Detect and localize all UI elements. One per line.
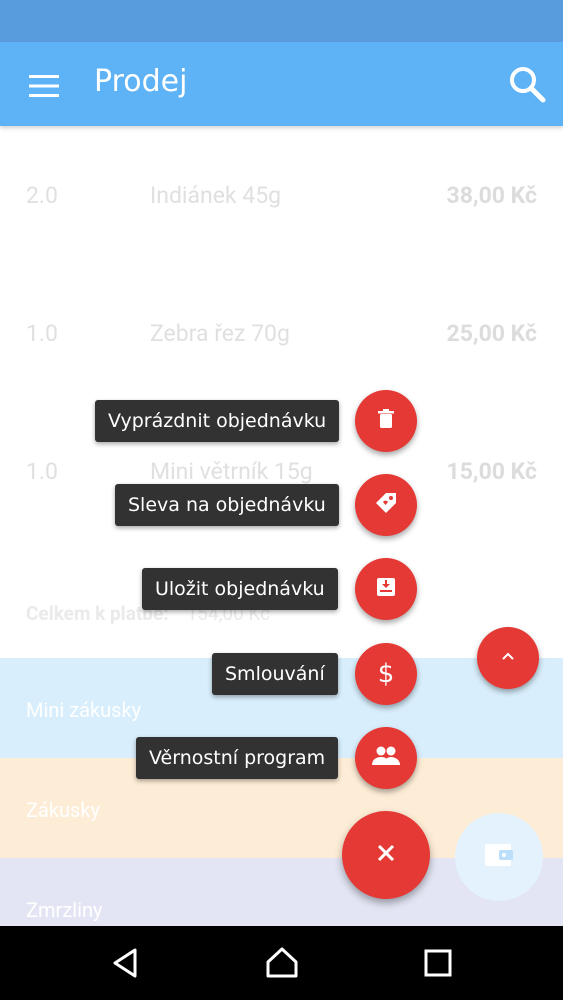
loyalty-program-button[interactable] [355,727,417,789]
close-speed-dial-button[interactable] [342,811,430,899]
trash-icon [374,407,398,435]
save-order-label[interactable]: Uložit objednávku [142,568,338,610]
dollar-icon: $ [377,659,395,689]
haggling-button[interactable]: $ [355,643,417,705]
wallet-icon [483,841,515,873]
order-discount-label[interactable]: Sleva na objednávku [115,484,339,526]
empty-order-label[interactable]: Vyprázdnit objednávku [95,400,340,442]
haggling-label[interactable]: Smlouvání [212,653,338,695]
recents-icon[interactable] [418,943,458,983]
empty-order-button[interactable] [355,390,417,452]
loyalty-program-label[interactable]: Věrnostní program [136,737,339,779]
chevron-up-icon [500,648,516,668]
order-discount-button[interactable] [355,474,417,536]
home-icon[interactable] [262,943,302,983]
wallet-button[interactable] [455,813,543,901]
save-box-icon [374,575,398,603]
people-icon [370,744,402,772]
back-icon[interactable] [105,943,145,983]
speed-dial-scrim[interactable] [0,0,563,926]
close-icon [375,842,397,868]
save-order-button[interactable] [355,558,417,620]
scroll-up-button[interactable] [477,627,539,689]
system-nav-bar [0,926,563,1000]
tag-icon [373,490,399,520]
